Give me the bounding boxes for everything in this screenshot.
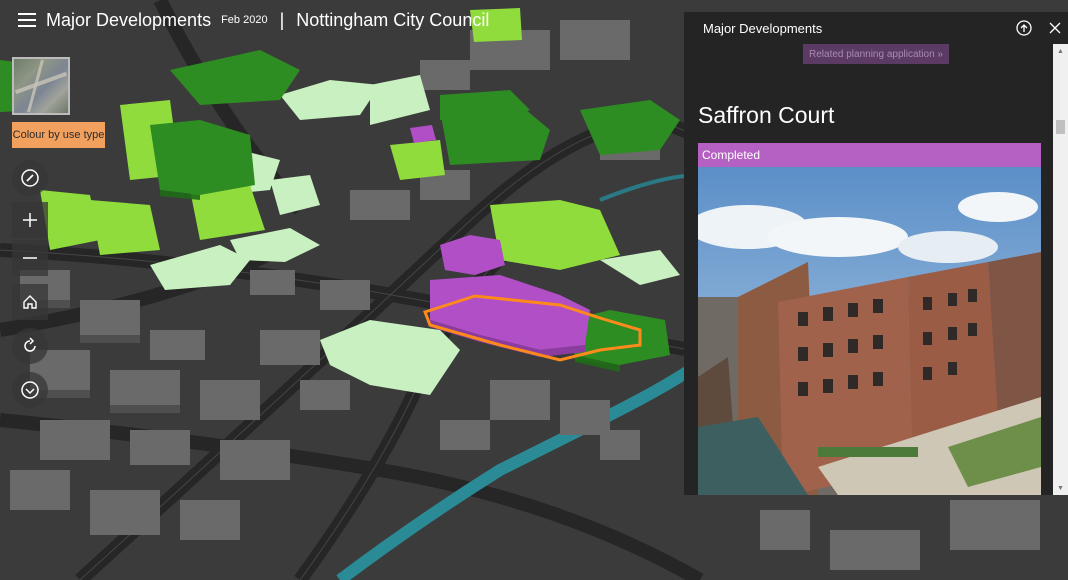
status-badge: Completed <box>698 143 1041 167</box>
title-separator: | <box>279 9 285 30</box>
close-icon <box>1049 22 1061 34</box>
rotate-button[interactable] <box>12 328 48 364</box>
development-title: Saffron Court <box>698 102 835 128</box>
panel-title: Major Developments <box>703 20 823 36</box>
related-planning-link[interactable]: Related planning application » <box>803 44 949 64</box>
development-photo <box>698 167 1041 495</box>
home-icon <box>23 295 37 309</box>
zoom-in-button[interactable] <box>12 202 48 238</box>
scroll-up-arrow-icon[interactable]: ▲ <box>1053 44 1068 58</box>
colour-by-use-type-button[interactable]: Colour by use type <box>12 122 105 148</box>
chevron-down-icon <box>21 381 39 399</box>
app-title: Major Developments <box>46 9 212 30</box>
app-header: Major Developments Feb 2020 | Nottingham… <box>0 0 489 40</box>
compass-button[interactable] <box>12 160 48 196</box>
organisation-name: Nottingham City Council <box>296 9 490 30</box>
dock-button[interactable] <box>1014 18 1034 38</box>
plus-icon <box>23 213 37 227</box>
app-date: Feb 2020 <box>221 14 268 26</box>
arrow-up-circle-icon <box>1016 20 1032 36</box>
home-button[interactable] <box>12 284 48 320</box>
basemap-toggle[interactable] <box>12 57 70 115</box>
scroll-thumb[interactable] <box>1056 120 1065 134</box>
menu-icon[interactable] <box>18 13 36 27</box>
minus-icon <box>23 257 37 259</box>
rotate-icon <box>24 337 36 352</box>
panel-scrollbar[interactable]: ▲ ▼ <box>1053 44 1068 495</box>
compass-icon <box>21 169 39 187</box>
panel-header: Major Developments <box>684 12 1068 44</box>
expand-tools-button[interactable] <box>12 372 48 408</box>
details-panel: Major Developments Related planning appl… <box>684 12 1068 495</box>
close-button[interactable] <box>1045 18 1065 38</box>
panel-content: Related planning application » Saffron C… <box>684 44 1053 495</box>
scroll-down-arrow-icon[interactable]: ▼ <box>1053 481 1068 495</box>
zoom-out-button[interactable] <box>12 240 48 276</box>
